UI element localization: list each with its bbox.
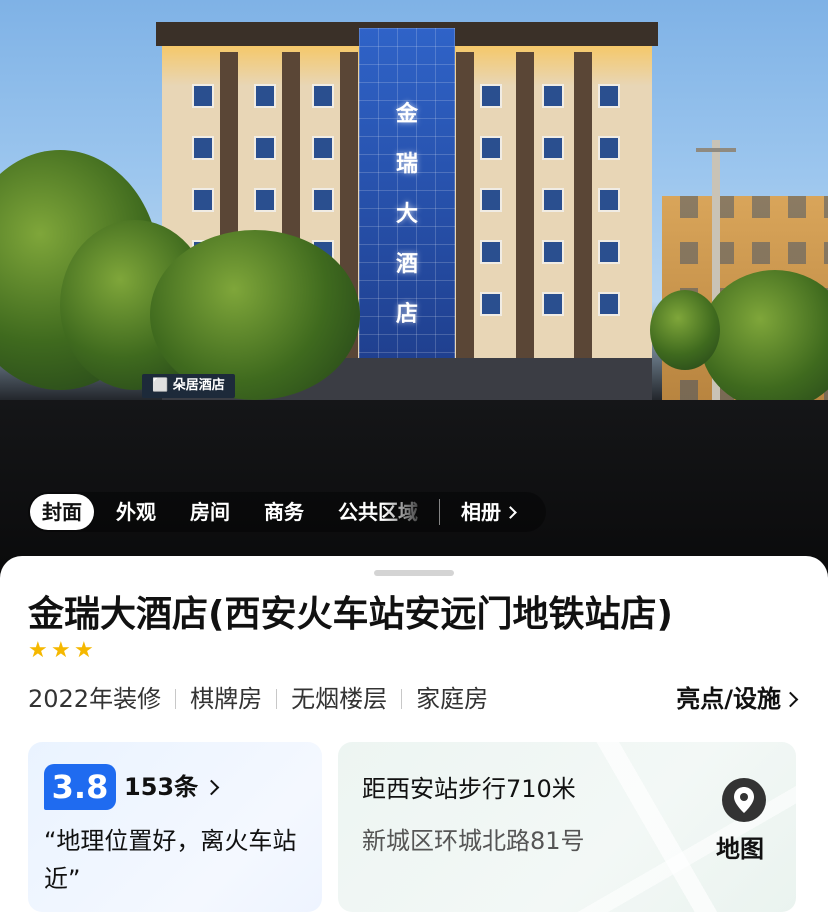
review-card[interactable]: 3.8 153条 “地理位置好，离火车站近”: [28, 742, 322, 912]
review-score-badge: 3.8: [44, 764, 116, 810]
building-window: [192, 84, 214, 108]
album-button[interactable]: 相册: [449, 494, 527, 530]
chevron-right-icon: [782, 691, 799, 707]
chevron-right-icon: [504, 505, 517, 519]
tab-business[interactable]: 商务: [252, 494, 316, 530]
facility-tags: 2022年装修 棋牌房 无烟楼层 家庭房: [28, 682, 488, 716]
highlights-facilities-link[interactable]: 亮点/设施: [676, 682, 799, 716]
map-button[interactable]: 地图: [716, 832, 764, 866]
album-label: 相册: [461, 500, 501, 524]
star-rating: ★ ★ ★: [28, 640, 97, 662]
building-window: [254, 84, 276, 108]
hotel-name: 金瑞大酒店(西安火车站安远门地铁站店): [28, 594, 673, 635]
star-icon: ★: [74, 638, 94, 663]
drag-handle[interactable]: [374, 570, 454, 576]
photo-category-tabs: 封面 外观 房间 商务 公共区域 相册: [28, 492, 546, 532]
building-window: [192, 136, 214, 160]
building-window: [598, 188, 620, 212]
building-window: [312, 188, 334, 212]
building-window: [542, 188, 564, 212]
hotel-info-sheet: 金瑞大酒店(西安火车站安远门地铁站店) ★ ★ ★ 2022年装修 棋牌房 无烟…: [0, 556, 828, 924]
building-window: [480, 84, 502, 108]
store-sign: ⬜ 朵居酒店: [142, 374, 235, 398]
tag-chess-room: 棋牌房: [190, 685, 263, 713]
glass-facade: 金 瑞 大 酒 店: [359, 28, 455, 364]
building-window: [480, 240, 502, 264]
map-pin-icon[interactable]: [722, 778, 766, 822]
tree: [650, 290, 720, 370]
review-count-label: 153条: [124, 773, 199, 801]
building-window: [312, 84, 334, 108]
building-window: [598, 292, 620, 316]
tag-family-room: 家庭房: [416, 685, 489, 713]
building-window: [254, 136, 276, 160]
tag-divider: [276, 689, 278, 709]
location-card[interactable]: 距西安站步行710米 新城区环城北路81号 地图: [338, 742, 796, 912]
building-window: [254, 188, 276, 212]
tag-non-smoking: 无烟楼层: [291, 685, 388, 713]
tab-public-area[interactable]: 公共区域: [326, 494, 430, 530]
address-text: 新城区环城北路81号: [362, 827, 585, 855]
tab-rooms[interactable]: 房间: [178, 494, 242, 530]
building-sign: 金 瑞 大 酒 店: [395, 102, 418, 327]
building-window: [480, 292, 502, 316]
building-window: [542, 292, 564, 316]
tag-renovation: 2022年装修: [28, 685, 162, 713]
tab-exterior[interactable]: 外观: [104, 494, 168, 530]
tag-divider: [175, 689, 177, 709]
building-window: [598, 136, 620, 160]
building-window: [480, 136, 502, 160]
building-window: [598, 240, 620, 264]
building-window: [312, 136, 334, 160]
review-count: 153条: [124, 768, 220, 806]
building-window: [542, 84, 564, 108]
distance-text: 距西安站步行710米: [362, 775, 576, 803]
tab-cover[interactable]: 封面: [30, 494, 94, 530]
star-icon: ★: [28, 638, 48, 663]
building-window: [542, 240, 564, 264]
review-quote: “地理位置好，离火车站近”: [44, 827, 297, 893]
highlights-label: 亮点/设施: [676, 685, 781, 713]
building-window: [192, 188, 214, 212]
building-window: [598, 84, 620, 108]
chevron-right-icon: [203, 779, 220, 795]
tab-divider: [439, 499, 440, 525]
building-window: [542, 136, 564, 160]
tag-divider: [401, 689, 403, 709]
star-icon: ★: [51, 638, 71, 663]
building-window: [480, 188, 502, 212]
